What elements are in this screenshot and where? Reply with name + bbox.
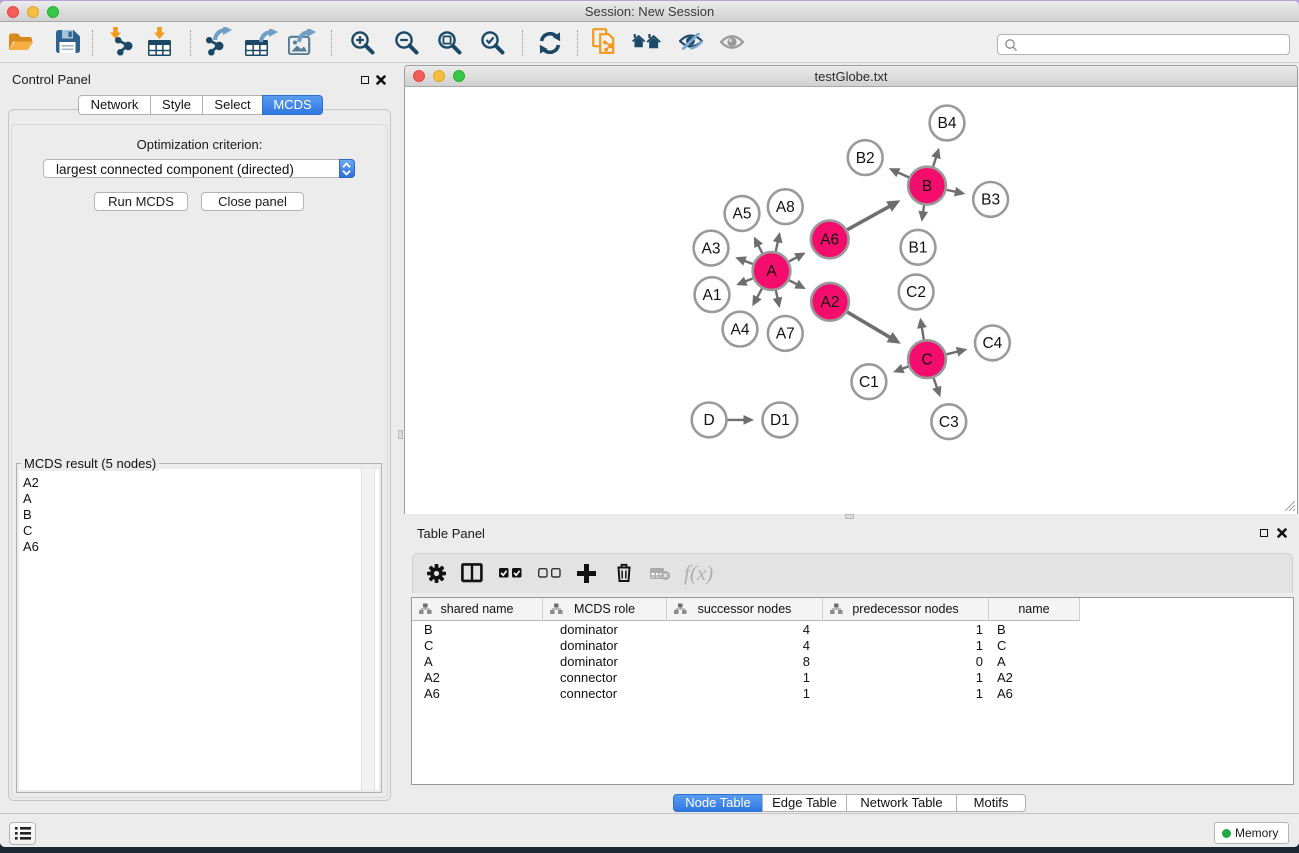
svg-text:B1: B1 — [909, 240, 928, 257]
svg-text:D1: D1 — [770, 412, 790, 429]
svg-text:A1: A1 — [703, 287, 722, 304]
svg-text:C1: C1 — [859, 374, 879, 391]
svg-text:D: D — [703, 412, 714, 429]
svg-text:A4: A4 — [731, 321, 750, 338]
svg-text:A8: A8 — [776, 199, 795, 216]
svg-text:C3: C3 — [939, 414, 959, 431]
svg-text:B3: B3 — [981, 192, 1000, 209]
svg-text:A: A — [766, 263, 777, 280]
svg-text:C4: C4 — [982, 335, 1002, 352]
svg-text:C: C — [921, 351, 932, 368]
svg-text:A6: A6 — [820, 232, 839, 249]
svg-text:A7: A7 — [776, 326, 795, 343]
svg-text:A5: A5 — [733, 206, 752, 223]
svg-text:C2: C2 — [906, 284, 926, 301]
svg-text:A3: A3 — [702, 240, 721, 257]
svg-text:B4: B4 — [938, 115, 957, 132]
svg-text:B2: B2 — [856, 150, 875, 167]
svg-text:B: B — [922, 178, 932, 195]
svg-text:A2: A2 — [821, 294, 840, 311]
